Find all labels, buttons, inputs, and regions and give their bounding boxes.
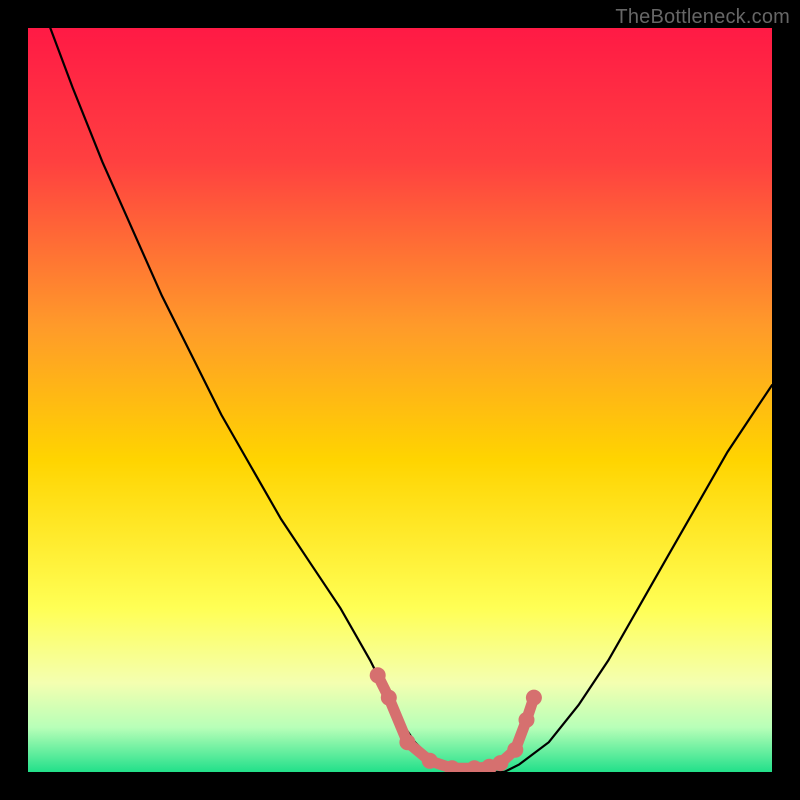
marker-dot bbox=[422, 753, 438, 769]
marker-dot bbox=[370, 667, 386, 683]
marker-dot bbox=[519, 712, 535, 728]
watermark-text: TheBottleneck.com bbox=[615, 6, 790, 29]
chart-svg bbox=[28, 28, 772, 772]
marker-dot bbox=[381, 690, 397, 706]
chart-frame: TheBottleneck.com bbox=[0, 0, 800, 800]
marker-dot bbox=[526, 690, 542, 706]
gradient-background bbox=[28, 28, 772, 772]
marker-dot bbox=[507, 742, 523, 758]
plot-area bbox=[28, 28, 772, 772]
marker-dot bbox=[492, 755, 508, 771]
marker-dot bbox=[399, 734, 415, 750]
